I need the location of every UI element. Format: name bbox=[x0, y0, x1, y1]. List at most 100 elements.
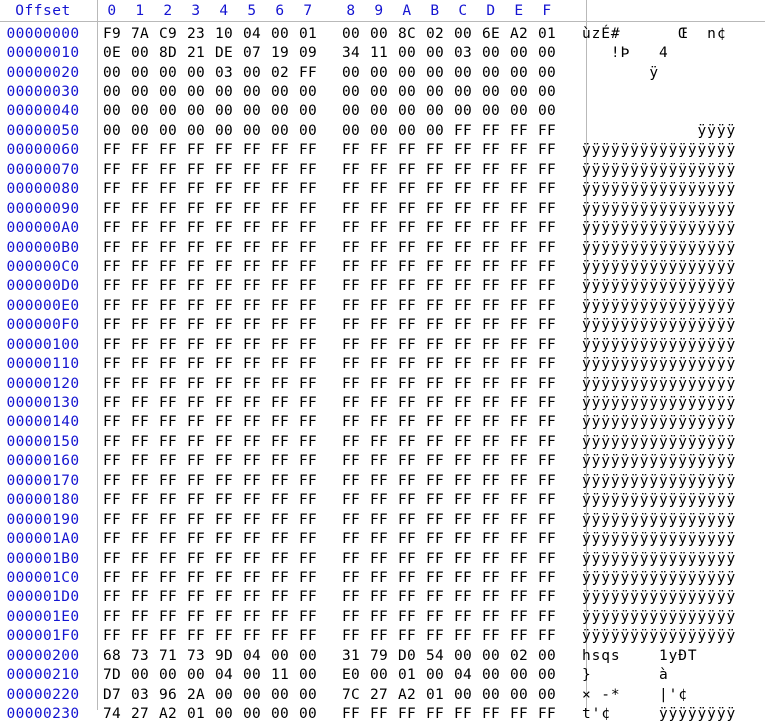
hex-byte[interactable]: 68 bbox=[98, 648, 126, 664]
hex-byte[interactable]: FF bbox=[337, 317, 365, 333]
hex-byte[interactable]: 00 bbox=[449, 65, 477, 81]
hex-byte[interactable]: FF bbox=[421, 278, 449, 294]
hex-byte[interactable]: FF bbox=[238, 453, 266, 469]
hex-byte[interactable]: FF bbox=[533, 376, 561, 392]
hex-byte[interactable]: FF bbox=[505, 473, 533, 489]
hex-byte[interactable]: FF bbox=[505, 512, 533, 528]
hex-byte[interactable]: FF bbox=[449, 473, 477, 489]
hex-byte[interactable]: FF bbox=[365, 570, 393, 586]
ascii-cell[interactable]: ÿÿÿÿÿÿÿÿÿÿÿÿÿÿÿÿ bbox=[573, 240, 736, 256]
hex-byte[interactable]: FF bbox=[182, 162, 210, 178]
hex-bytes-cell[interactable]: FF FF FF FF FF FF FF FF FF FF FF FF FF FF FF FF bbox=[86, 414, 573, 430]
hex-byte[interactable]: FF bbox=[449, 220, 477, 236]
hex-byte[interactable]: FF bbox=[421, 181, 449, 197]
hex-byte[interactable]: FF bbox=[393, 278, 421, 294]
hex-bytes-cell[interactable]: 00 00 00 00 03 00 02 FF 00 00 00 00 00 00 00 00 bbox=[86, 65, 573, 81]
hex-byte[interactable]: FF bbox=[365, 551, 393, 567]
hex-byte[interactable]: FF bbox=[154, 278, 182, 294]
hex-byte[interactable]: FF bbox=[154, 162, 182, 178]
hex-byte[interactable]: 01 bbox=[294, 26, 322, 42]
hex-byte[interactable]: 00 bbox=[393, 84, 421, 100]
hex-byte[interactable]: FF bbox=[393, 395, 421, 411]
hex-byte[interactable]: FF bbox=[533, 512, 561, 528]
hex-byte[interactable]: FF bbox=[238, 434, 266, 450]
hex-byte[interactable]: 19 bbox=[266, 45, 294, 61]
hex-byte[interactable]: FF bbox=[126, 298, 154, 314]
hex-byte[interactable]: FF bbox=[210, 298, 238, 314]
hex-byte[interactable]: FF bbox=[126, 162, 154, 178]
hex-byte[interactable]: FF bbox=[238, 376, 266, 392]
hex-byte[interactable]: FF bbox=[393, 706, 421, 722]
hex-byte[interactable]: FF bbox=[182, 337, 210, 353]
hex-byte[interactable]: FF bbox=[337, 298, 365, 314]
hex-row[interactable]: 00000120 FF FF FF FF FF FF FF FF FF FF FF FF FF FF FF FF… bbox=[0, 374, 765, 393]
hex-byte[interactable]: FF bbox=[182, 570, 210, 586]
hex-byte[interactable]: FF bbox=[294, 551, 322, 567]
hex-byte[interactable]: FF bbox=[505, 706, 533, 722]
hex-byte[interactable]: FF bbox=[182, 628, 210, 644]
hex-byte[interactable]: FF bbox=[337, 628, 365, 644]
hex-byte[interactable]: 00 bbox=[533, 65, 561, 81]
hex-byte[interactable]: 8C bbox=[393, 26, 421, 42]
hex-byte[interactable]: FF bbox=[365, 317, 393, 333]
hex-byte[interactable]: 00 bbox=[294, 123, 322, 139]
hex-byte[interactable]: FF bbox=[266, 395, 294, 411]
hex-byte[interactable]: FF bbox=[393, 473, 421, 489]
hex-byte[interactable]: FF bbox=[449, 298, 477, 314]
hex-byte[interactable]: 79 bbox=[365, 648, 393, 664]
hex-byte[interactable]: 6E bbox=[477, 26, 505, 42]
hex-row[interactable]: 00000160 FF FF FF FF FF FF FF FF FF FF FF FF FF FF FF FF… bbox=[0, 452, 765, 471]
hex-byte[interactable]: FF bbox=[294, 65, 322, 81]
hex-byte[interactable]: 00 bbox=[533, 84, 561, 100]
hex-byte[interactable]: FF bbox=[533, 706, 561, 722]
hex-byte[interactable]: 00 bbox=[477, 65, 505, 81]
hex-byte[interactable]: FF bbox=[533, 278, 561, 294]
hex-bytes-cell[interactable]: 00 00 00 00 00 00 00 00 00 00 00 00 00 00 00 00 bbox=[86, 84, 573, 100]
hex-byte[interactable]: FF bbox=[449, 706, 477, 722]
hex-byte[interactable]: FF bbox=[126, 240, 154, 256]
hex-byte[interactable]: 96 bbox=[154, 687, 182, 703]
hex-row[interactable]: 00000210 7D 00 00 00 04 00 11 00 E0 00 01 00 04 00 00 00… bbox=[0, 665, 765, 684]
hex-byte[interactable]: FF bbox=[421, 298, 449, 314]
hex-byte[interactable]: FF bbox=[266, 473, 294, 489]
hex-byte[interactable]: FF bbox=[126, 453, 154, 469]
hex-bytes-cell[interactable]: FF FF FF FF FF FF FF FF FF FF FF FF FF FF FF FF bbox=[86, 628, 573, 644]
hex-byte[interactable]: FF bbox=[449, 453, 477, 469]
hex-byte[interactable]: FF bbox=[449, 337, 477, 353]
hex-byte[interactable]: FF bbox=[210, 142, 238, 158]
hex-byte[interactable]: FF bbox=[365, 162, 393, 178]
hex-byte[interactable]: 00 bbox=[477, 648, 505, 664]
hex-byte[interactable]: FF bbox=[505, 298, 533, 314]
hex-byte[interactable]: 2A bbox=[182, 687, 210, 703]
hex-byte[interactable]: 00 bbox=[533, 648, 561, 664]
hex-bytes-cell[interactable]: FF FF FF FF FF FF FF FF FF FF FF FF FF FF FF FF bbox=[86, 492, 573, 508]
hex-byte[interactable]: FF bbox=[477, 473, 505, 489]
hex-byte[interactable]: FF bbox=[182, 473, 210, 489]
hex-byte[interactable]: FF bbox=[126, 356, 154, 372]
hex-byte[interactable]: FF bbox=[154, 473, 182, 489]
hex-bytes-cell[interactable]: 74 27 A2 01 00 00 00 00 FF FF FF FF FF FF FF FF bbox=[86, 706, 573, 722]
hex-byte[interactable]: FF bbox=[505, 317, 533, 333]
hex-byte[interactable]: FF bbox=[505, 356, 533, 372]
hex-byte[interactable]: FF bbox=[266, 434, 294, 450]
hex-byte[interactable]: FF bbox=[393, 220, 421, 236]
hex-byte[interactable]: FF bbox=[154, 414, 182, 430]
hex-byte[interactable]: FF bbox=[126, 278, 154, 294]
hex-byte[interactable]: FF bbox=[533, 395, 561, 411]
hex-byte[interactable]: FF bbox=[154, 589, 182, 605]
hex-row[interactable]: 00000170 FF FF FF FF FF FF FF FF FF FF FF FF FF FF FF FF… bbox=[0, 471, 765, 490]
ascii-cell[interactable]: } à bbox=[573, 667, 669, 683]
hex-byte[interactable]: 54 bbox=[421, 648, 449, 664]
hex-byte[interactable]: FF bbox=[421, 531, 449, 547]
ascii-cell[interactable]: ÿÿÿÿÿÿÿÿÿÿÿÿÿÿÿÿ bbox=[573, 434, 736, 450]
hex-byte[interactable]: FF bbox=[393, 259, 421, 275]
hex-byte[interactable]: FF bbox=[98, 181, 126, 197]
hex-byte[interactable]: FF bbox=[266, 298, 294, 314]
hex-byte[interactable]: FF bbox=[182, 142, 210, 158]
hex-byte[interactable]: FF bbox=[294, 142, 322, 158]
hex-byte[interactable]: FF bbox=[154, 317, 182, 333]
hex-byte[interactable]: FF bbox=[98, 453, 126, 469]
hex-byte[interactable]: FF bbox=[126, 492, 154, 508]
ascii-cell[interactable]: ÿÿÿÿÿÿÿÿÿÿÿÿÿÿÿÿ bbox=[573, 589, 736, 605]
hex-byte[interactable]: FF bbox=[126, 609, 154, 625]
